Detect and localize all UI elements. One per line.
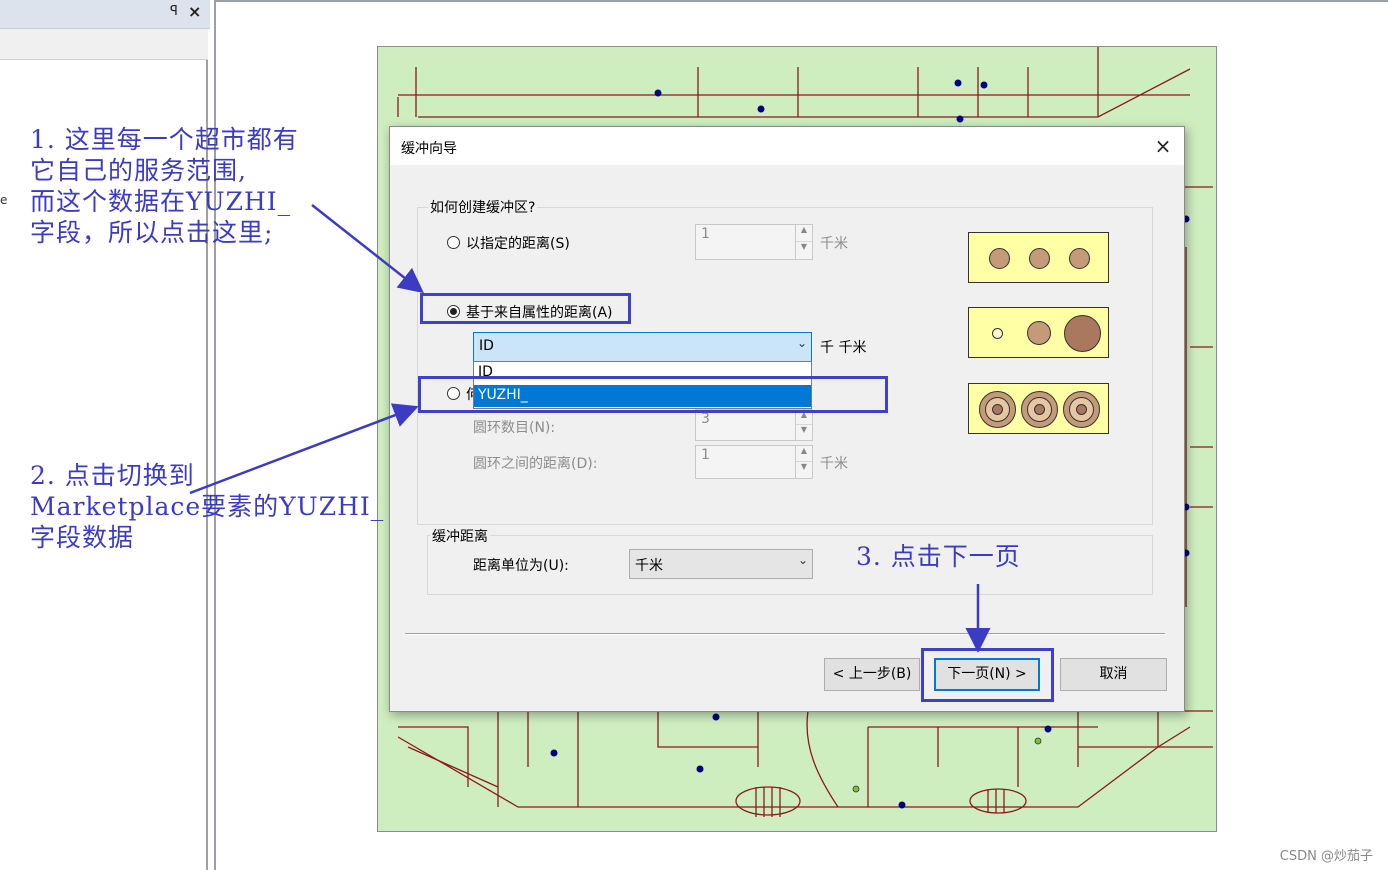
annotation-line: 字段数据 — [30, 523, 135, 552]
watermark: CSDN @炒茄子 — [1279, 849, 1373, 864]
annotation-note-2: 2. 点击切换到 Marketplace要素的YUZHI_ 字段数据 — [30, 460, 384, 553]
annotation-line: 而这个数据在YUZHI_ — [30, 187, 292, 216]
annotation-line: 字段，所以点击这里; — [30, 218, 274, 247]
annotation-line: 它自己的服务范围, — [30, 156, 247, 185]
annotation-line: 2. 点击切换到 — [30, 461, 195, 490]
annotation-line: Marketplace要素的YUZHI_ — [30, 492, 385, 521]
annotation-line: 1. 这里每一个超市都有 — [30, 125, 299, 154]
arrow-to-attribute-option — [311, 204, 424, 294]
annotation-note-3: 3. 点击下一页 — [856, 542, 1021, 571]
annotation-note-1: 1. 这里每一个超市都有 它自己的服务范围, 而这个数据在YUZHI_ 字段，所… — [30, 124, 299, 248]
